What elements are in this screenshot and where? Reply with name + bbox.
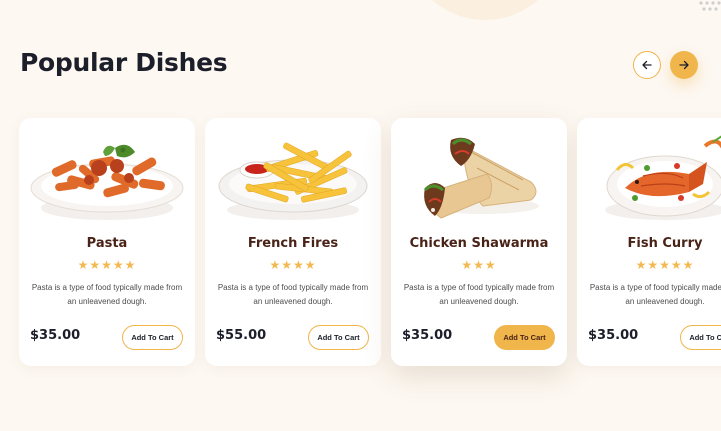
star-rating: ★★★ bbox=[461, 258, 497, 272]
dish-price: $35.00 bbox=[588, 328, 639, 343]
dish-card[interactable]: French Fires ★★★★ Pasta is a type of foo… bbox=[205, 118, 381, 366]
pasta-plate-image bbox=[30, 144, 184, 220]
french-fries-plate-image bbox=[218, 142, 368, 220]
star-rating: ★★★★ bbox=[269, 258, 317, 272]
dish-price: $55.00 bbox=[216, 328, 267, 343]
dish-card[interactable]: Pasta ★★★★★ Pasta is a type of food typi… bbox=[19, 118, 195, 366]
shawarma-wrap-image bbox=[423, 137, 539, 219]
star-rating: ★★★★★ bbox=[77, 258, 137, 272]
dish-price: $35.00 bbox=[402, 328, 453, 343]
popular-dishes-section: Popular Dishes Pasta ★★★★★ Pasta is a ty… bbox=[0, 0, 721, 431]
dish-card[interactable]: Chicken Shawarma ★★★ Pasta is a type of … bbox=[391, 118, 567, 366]
dish-name: Fish Curry bbox=[627, 236, 703, 251]
dish-description: Pasta is a type of food typically made f… bbox=[589, 283, 721, 306]
fish-curry-plate-image bbox=[605, 135, 721, 220]
add-to-cart-button[interactable]: Add To Cart bbox=[494, 325, 555, 350]
add-to-cart-button[interactable]: Add To Cart bbox=[122, 325, 183, 350]
dish-description: Pasta is a type of food typically made f… bbox=[403, 283, 555, 306]
dish-card[interactable]: Fish Curry ★★★★★ Pasta is a type of food… bbox=[577, 118, 721, 366]
star-rating: ★★★★★ bbox=[635, 258, 695, 272]
dish-name: Pasta bbox=[86, 236, 128, 251]
dish-description: Pasta is a type of food typically made f… bbox=[217, 283, 369, 306]
add-to-cart-button[interactable]: Add To Cart bbox=[680, 325, 721, 350]
dish-price: $35.00 bbox=[30, 328, 81, 343]
dish-name: Chicken Shawarma bbox=[409, 236, 549, 251]
dish-description: Pasta is a type of food typically made f… bbox=[31, 283, 183, 306]
dish-carousel: Pasta ★★★★★ Pasta is a type of food typi… bbox=[0, 0, 721, 431]
add-to-cart-button[interactable]: Add To Cart bbox=[308, 325, 369, 350]
dish-name: French Fires bbox=[247, 236, 339, 251]
